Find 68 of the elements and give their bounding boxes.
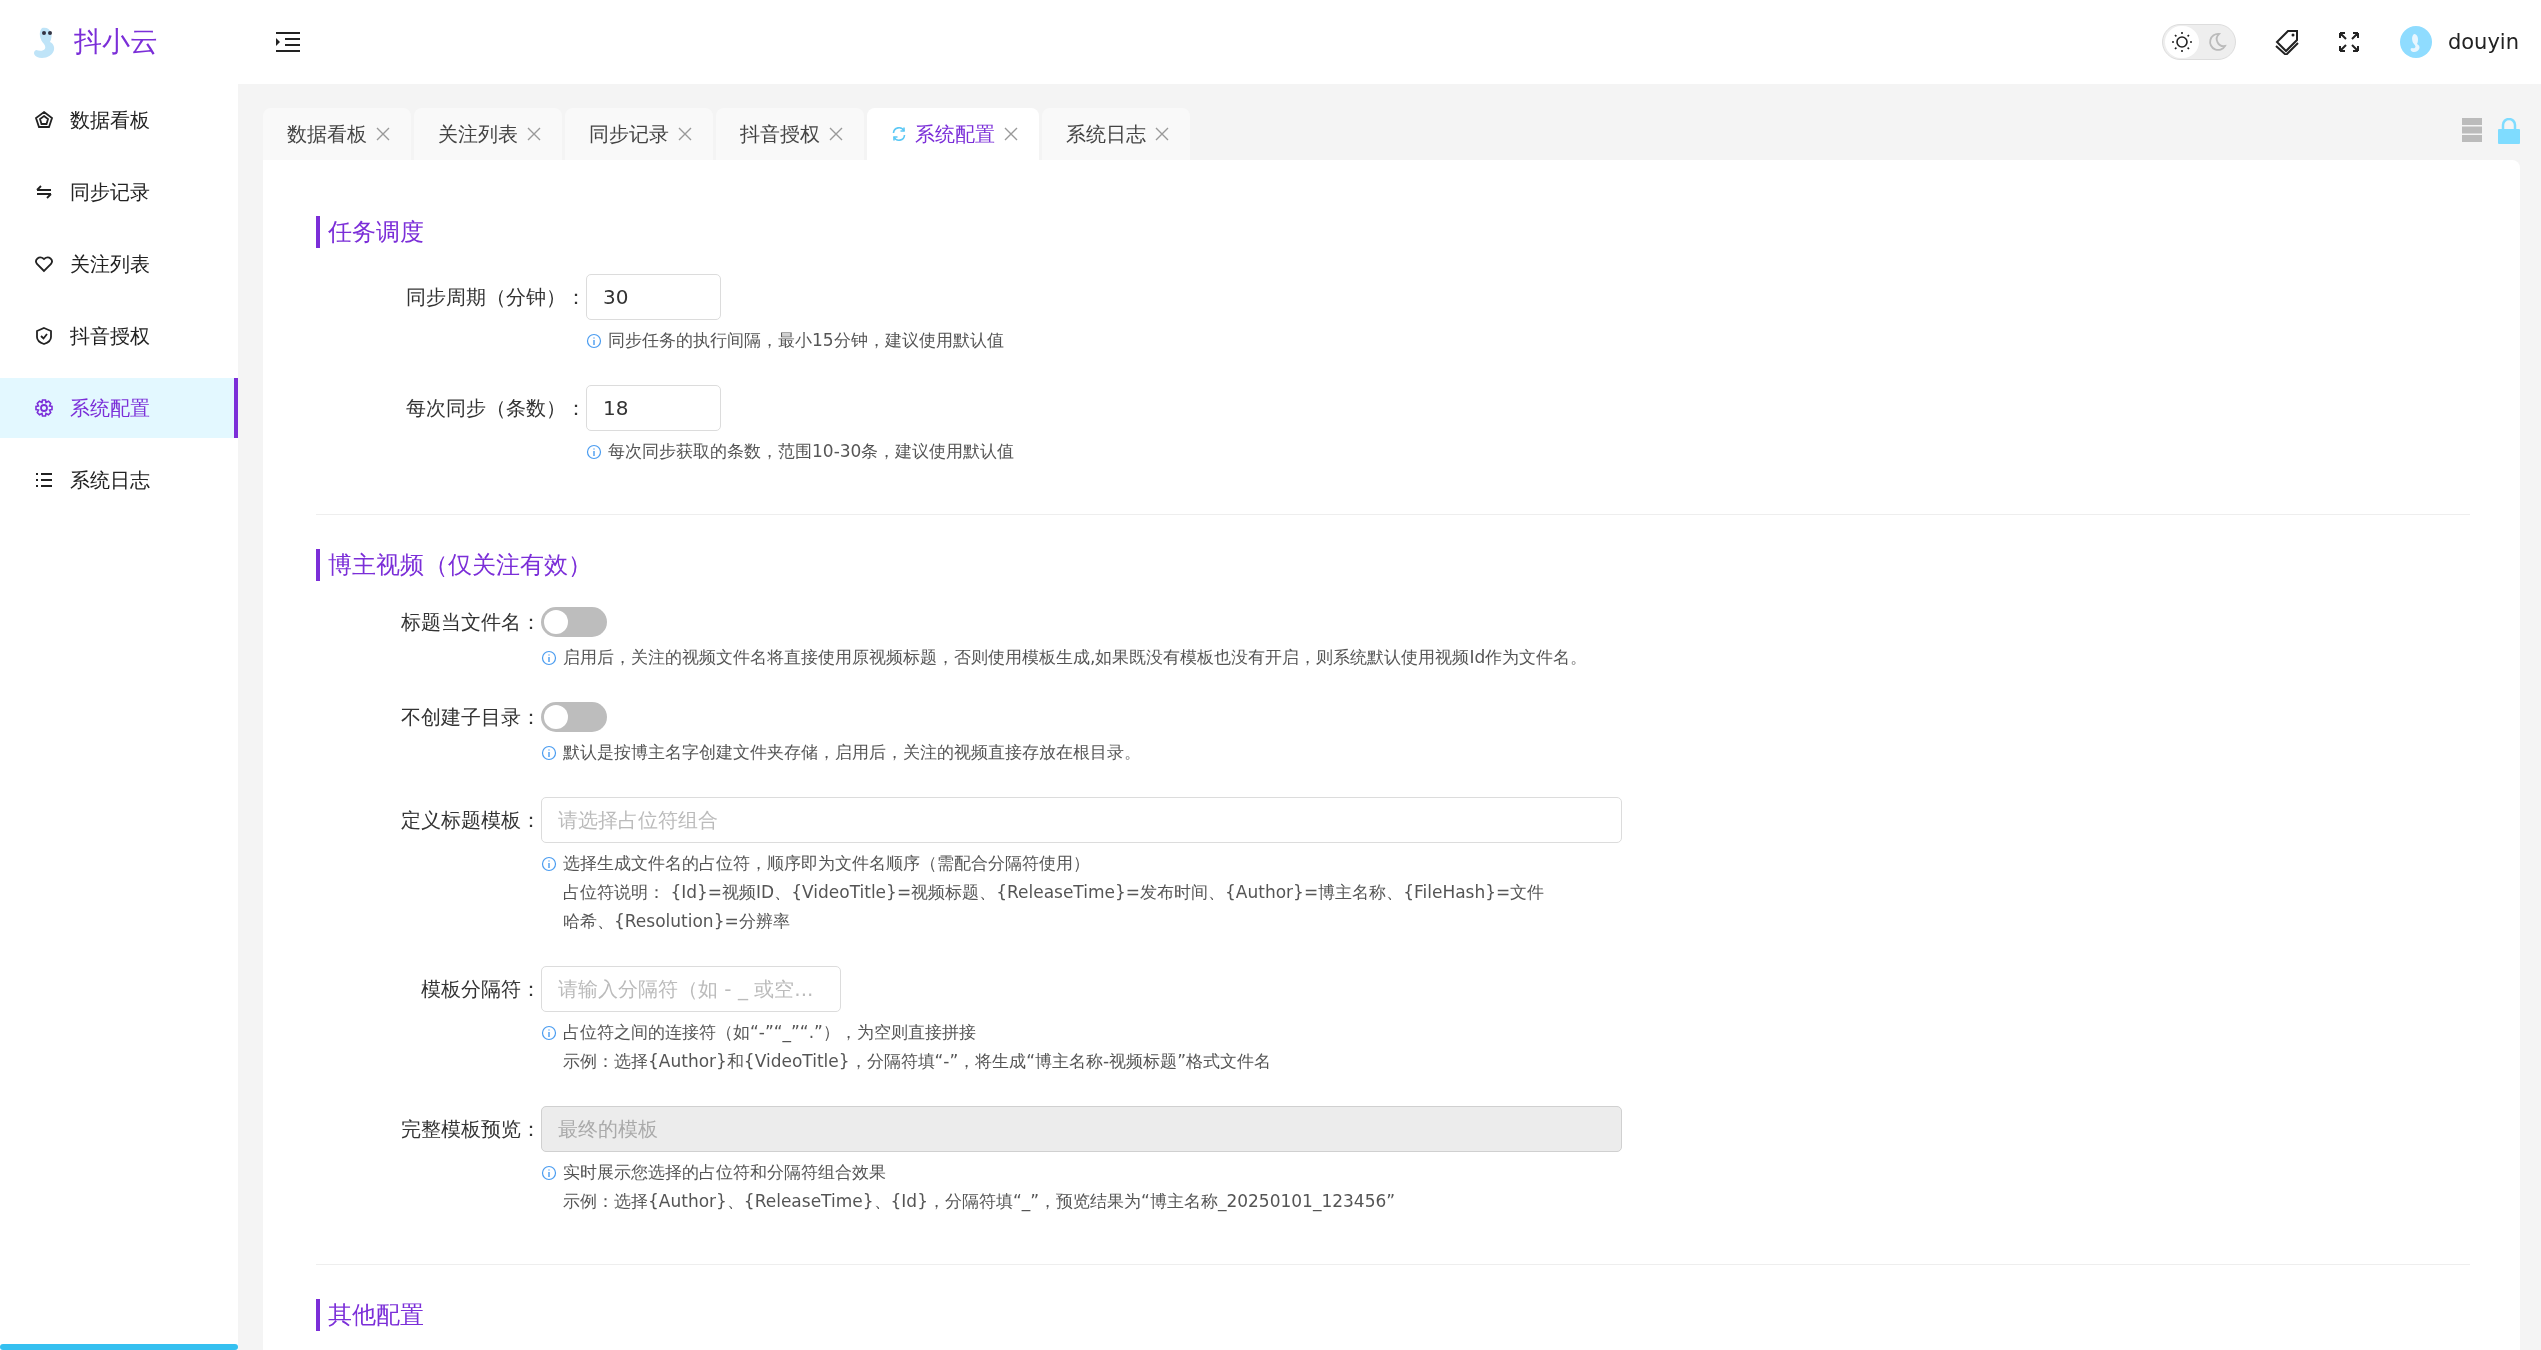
tag-icon[interactable] xyxy=(2273,29,2300,55)
field-label: 同步周期（分钟）： xyxy=(405,284,586,311)
hint-text: 占位符之间的连接符（如“-”“_”“.”），为空则直接拼接 xyxy=(563,1021,976,1045)
hint-text: 选择生成文件名的占位符，顺序即为文件名顺序（需配合分隔符使用） xyxy=(563,852,1090,875)
number-field[interactable]: 30 xyxy=(586,274,721,320)
scrollbar[interactable] xyxy=(0,1344,238,1350)
close-icon[interactable] xyxy=(828,126,844,142)
close-icon[interactable] xyxy=(1154,126,1170,142)
hint-text: 示例：选择{Author}、{ReleaseTime}、{Id}，分隔符填“_”，预览结果为“博主名称_20250101_123456” xyxy=(562,1190,1397,1214)
close-icon[interactable] xyxy=(1003,126,1019,142)
gear-icon xyxy=(34,398,54,418)
avatar[interactable] xyxy=(2399,26,2432,58)
info-icon xyxy=(586,443,602,460)
section-title: 其他配置 xyxy=(316,1299,2470,1331)
hint-text: 每次同步获取的条数，范围10-30条，建议使用默认值 xyxy=(608,440,1015,463)
sidebar-item[interactable]: 系统日志 xyxy=(0,450,238,510)
field-label: 标题当文件名： xyxy=(400,609,541,636)
sidebar-item[interactable]: 抖音授权 xyxy=(0,306,238,366)
theme-toggle[interactable] xyxy=(2161,24,2236,60)
pentagon-icon xyxy=(34,110,54,130)
close-icon[interactable] xyxy=(677,126,693,142)
hint-text: 默认是按博主名字创建文件夹存储，启用后，关注的视频直接存放在根目录。 xyxy=(563,741,1141,764)
hint-text: 示例：选择{Author}和{VideoTitle}，分隔符填“-”，将生成“博主名称-视频标题”格式文件名 xyxy=(562,1050,1272,1073)
input-field[interactable]: 请输入分隔符（如 - _ 或空... xyxy=(541,966,841,1012)
tab[interactable]: 抖音授权 xyxy=(716,108,864,160)
shield-check-icon xyxy=(34,326,54,346)
sun-icon xyxy=(2170,31,2193,53)
field-label: 完整模板预览： xyxy=(400,1116,541,1143)
menu-fold-icon[interactable] xyxy=(276,31,300,53)
sidebar-item[interactable]: 数据看板 xyxy=(0,90,238,150)
close-icon[interactable] xyxy=(375,126,391,142)
number-field[interactable]: 18 xyxy=(586,385,721,431)
fullscreen-icon[interactable] xyxy=(2337,31,2360,53)
toggle-switch[interactable] xyxy=(541,702,607,732)
hint-text: 实时展示您选择的占位符和分隔符组合效果 xyxy=(563,1161,886,1184)
toggle-switch[interactable] xyxy=(541,607,607,637)
tab[interactable]: 数据看板 xyxy=(263,108,411,160)
app-title: 抖小云 xyxy=(74,24,158,60)
heart-icon xyxy=(34,254,54,274)
tab[interactable]: 系统配置 xyxy=(867,108,1039,160)
hint-text: 启用后，关注的视频文件名将直接使用原视频标题，否则使用模板生成,如果既没有模板也没有开启，则系统默认使用视频Id作为文件名。 xyxy=(563,646,1588,669)
tab[interactable]: 关注列表 xyxy=(414,108,562,160)
lock-icon[interactable] xyxy=(2498,118,2520,144)
tab[interactable]: 系统日志 xyxy=(1042,108,1190,160)
select-field[interactable]: 请选择占位符组合 xyxy=(541,797,1622,843)
info-icon xyxy=(541,744,557,761)
info-icon xyxy=(586,332,602,349)
info-icon xyxy=(541,1164,557,1181)
info-icon xyxy=(541,1024,557,1041)
sidebar-item[interactable]: 关注列表 xyxy=(0,234,238,294)
field-label: 不创建子目录： xyxy=(400,704,541,731)
sidebar-item[interactable]: 系统配置 xyxy=(0,378,238,438)
info-icon xyxy=(541,855,557,872)
server-icon[interactable] xyxy=(2462,118,2482,142)
section-title: 博主视频（仅关注有效） xyxy=(316,549,2470,581)
sidebar-item[interactable]: 同步记录 xyxy=(0,162,238,222)
user-name[interactable]: douyin xyxy=(2447,30,2519,54)
hint-text: 占位符说明： {Id}=视频ID、{VideoTitle}=视频标题、{ReleaseTime}=发布时间、{Author}=博主名称、{FileHash}=文件哈希、{Resolution}=分辨率 xyxy=(562,881,1546,933)
field-label: 模板分隔符： xyxy=(420,976,541,1003)
field-label: 每次同步（条数）： xyxy=(405,395,586,422)
refresh-icon xyxy=(891,126,907,142)
list-icon xyxy=(34,470,54,490)
field-label: 定义标题模板： xyxy=(400,807,541,834)
tab[interactable]: 同步记录 xyxy=(565,108,713,160)
info-icon xyxy=(541,649,557,666)
hint-text: 同步任务的执行间隔，最小15分钟，建议使用默认值 xyxy=(608,329,1004,352)
section-title: 任务调度 xyxy=(316,216,2470,248)
close-icon[interactable] xyxy=(526,126,542,142)
